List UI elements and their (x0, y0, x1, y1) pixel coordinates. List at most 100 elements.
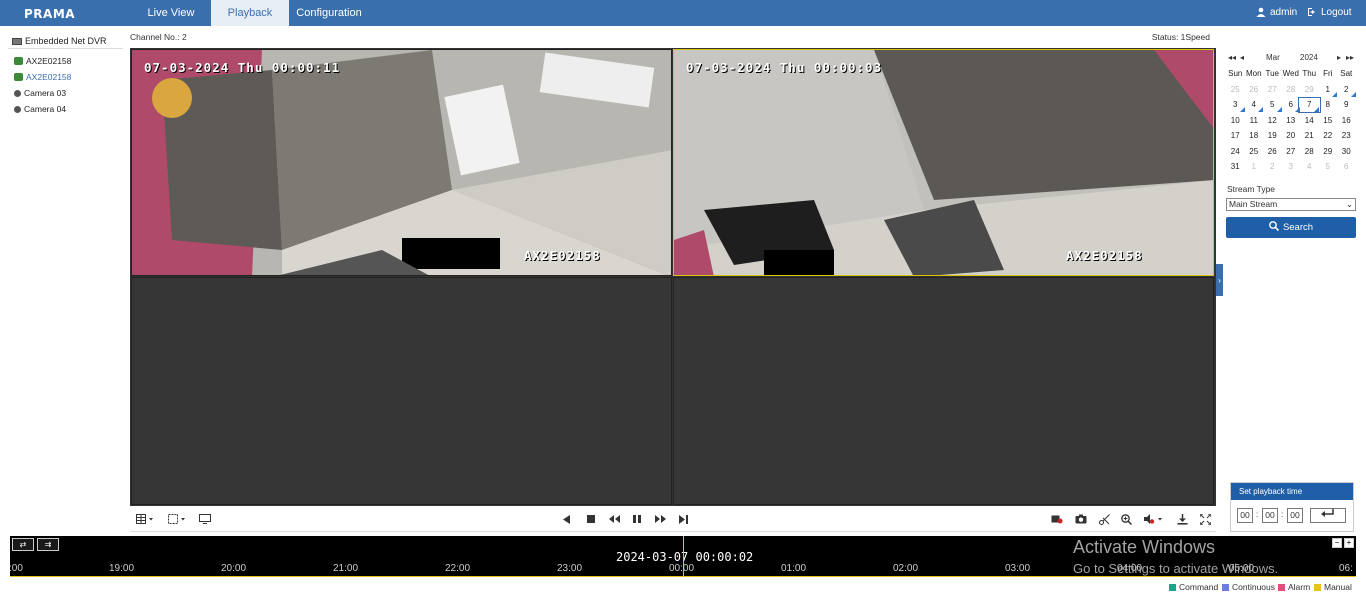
monitor-icon[interactable] (198, 512, 212, 526)
calendar-day[interactable]: 30 (1337, 146, 1356, 158)
single-frame-icon[interactable] (676, 512, 690, 526)
tree-item-channel-1[interactable]: AX2E02158 (14, 56, 71, 66)
video-cell-4[interactable] (673, 277, 1214, 505)
calendar-day[interactable]: 17 (1226, 130, 1245, 142)
calendar-day[interactable]: 22 (1319, 130, 1338, 142)
legend-label: Alarm (1288, 582, 1311, 592)
reverse-play-icon[interactable] (560, 512, 574, 526)
tab-live-view[interactable]: Live View (132, 0, 210, 26)
calendar-day[interactable]: 26 (1263, 146, 1282, 158)
calendar-month[interactable]: Mar (1266, 53, 1280, 62)
calendar-day[interactable]: 6 (1282, 99, 1301, 112)
calendar-day[interactable]: 27 (1282, 146, 1301, 158)
calendar-day[interactable]: 28 (1282, 84, 1301, 96)
tree-item-channel-2[interactable]: AX2E02158 (14, 72, 71, 82)
calendar-day[interactable]: 21 (1300, 130, 1319, 142)
camera-icon (14, 73, 23, 81)
divider (8, 48, 123, 49)
layout-icon[interactable] (135, 512, 157, 526)
calendar-day[interactable]: 11 (1245, 115, 1264, 127)
calendar-day[interactable]: 27 (1263, 84, 1282, 96)
calendar-year[interactable]: 2024 (1300, 53, 1318, 62)
fast-forward-icon[interactable] (653, 512, 667, 526)
calendar-day[interactable]: 16 (1337, 115, 1356, 127)
collapse-panel-chevron-icon[interactable]: › (1216, 264, 1223, 296)
calendar-day[interactable]: 31 (1226, 161, 1245, 173)
calendar-day[interactable]: 4 (1300, 161, 1319, 173)
calendar-day[interactable]: 24 (1226, 146, 1245, 158)
calendar-day[interactable]: 2 (1337, 84, 1356, 97)
timeline-sync-icon[interactable]: ⇄ (12, 538, 34, 551)
calendar-day[interactable]: 10 (1226, 115, 1245, 127)
calendar-day[interactable]: 1 (1319, 84, 1338, 97)
calendar-day[interactable]: 8 (1319, 99, 1338, 111)
calendar-day[interactable]: 6 (1337, 161, 1356, 173)
clip-icon[interactable] (1097, 512, 1111, 526)
calendar-day[interactable]: 12 (1263, 115, 1282, 127)
second-input[interactable]: 00 (1287, 508, 1303, 523)
calendar-day[interactable]: 15 (1319, 115, 1338, 127)
video-cell-3[interactable] (131, 277, 672, 505)
calendar-day[interactable]: 3 (1226, 99, 1245, 112)
calendar-day[interactable]: 26 (1245, 84, 1264, 96)
calendar-day[interactable]: 2 (1263, 161, 1282, 173)
hour-input[interactable]: 00 (1237, 508, 1253, 523)
slow-forward-icon[interactable] (607, 512, 621, 526)
fullscreen-icon[interactable] (1198, 512, 1212, 526)
stop-icon[interactable] (584, 512, 598, 526)
tree-item-channel-3[interactable]: Camera 03 (14, 88, 66, 98)
logout-button[interactable]: Logout (1307, 0, 1352, 26)
next-month-icon[interactable]: ▸ (1337, 53, 1341, 62)
calendar-day[interactable]: 9 (1337, 99, 1356, 111)
calendar-day[interactable]: 14 (1300, 115, 1319, 127)
camera-scene (132, 50, 671, 275)
user-menu[interactable]: admin (1256, 0, 1297, 26)
calendar-day[interactable]: 23 (1337, 130, 1356, 142)
calendar-day[interactable]: 3 (1282, 161, 1301, 173)
zoom-out-icon[interactable]: − (1332, 538, 1342, 548)
window-split-icon[interactable] (167, 512, 189, 526)
stream-type-select[interactable]: Main Stream ⌄ (1226, 198, 1356, 211)
camera-icon (14, 106, 21, 113)
calendar-day[interactable]: 7 (1298, 97, 1321, 113)
calendar-day[interactable]: 25 (1245, 146, 1264, 158)
top-bar: PRAMA Live View Playback Configuration a… (0, 0, 1366, 26)
username: admin (1270, 7, 1298, 18)
tab-configuration[interactable]: Configuration (290, 0, 368, 26)
calendar-day[interactable]: 28 (1300, 146, 1319, 158)
device-tree: Embedded Net DVR AX2E02158 AX2E02158 Cam… (0, 26, 126, 536)
calendar-day[interactable]: 20 (1282, 130, 1301, 142)
search-label: Search (1282, 222, 1314, 233)
calendar-day[interactable]: 13 (1282, 115, 1301, 127)
zoom-in-icon[interactable]: + (1344, 538, 1354, 548)
prev-month-icon[interactable]: ◂ (1240, 53, 1244, 62)
search-button[interactable]: Search (1226, 217, 1356, 238)
legend-command: Command (1169, 582, 1218, 592)
disable-record-icon[interactable] (1050, 512, 1064, 526)
download-icon[interactable] (1175, 512, 1189, 526)
calendar-day[interactable]: 5 (1263, 99, 1282, 112)
minute-input[interactable]: 00 (1262, 508, 1278, 523)
video-cell-2[interactable]: 07-03-2024 Thu 00:00:03 AX2E02158 (673, 49, 1214, 276)
calendar-day[interactable]: 18 (1245, 130, 1264, 142)
tree-item-channel-4[interactable]: Camera 04 (14, 104, 66, 114)
snapshot-icon[interactable] (1074, 512, 1088, 526)
audio-icon[interactable] (1143, 512, 1165, 526)
calendar-day[interactable]: 1 (1245, 161, 1264, 173)
timeline-tick: :00 (9, 563, 23, 574)
calendar-day[interactable]: 29 (1319, 146, 1338, 158)
calendar-day[interactable]: 29 (1300, 84, 1319, 96)
enter-icon[interactable] (1310, 508, 1346, 523)
prev-year-icon[interactable]: ◂◂ (1228, 53, 1236, 62)
video-cell-1[interactable]: 07-03-2024 Thu 00:00:11 AX2E02158 (131, 49, 672, 276)
calendar-day[interactable]: 5 (1319, 161, 1338, 173)
tab-playback[interactable]: Playback (211, 0, 289, 26)
next-year-icon[interactable]: ▸▸ (1346, 53, 1354, 62)
timeline-settings-icon[interactable]: ⇉ (37, 538, 59, 551)
tree-root-dvr[interactable]: Embedded Net DVR (12, 36, 107, 46)
calendar-day[interactable]: 25 (1226, 84, 1245, 96)
calendar-day[interactable]: 19 (1263, 130, 1282, 142)
calendar-day[interactable]: 4 (1245, 99, 1264, 112)
pause-icon[interactable] (630, 512, 644, 526)
zoom-icon[interactable] (1119, 512, 1133, 526)
